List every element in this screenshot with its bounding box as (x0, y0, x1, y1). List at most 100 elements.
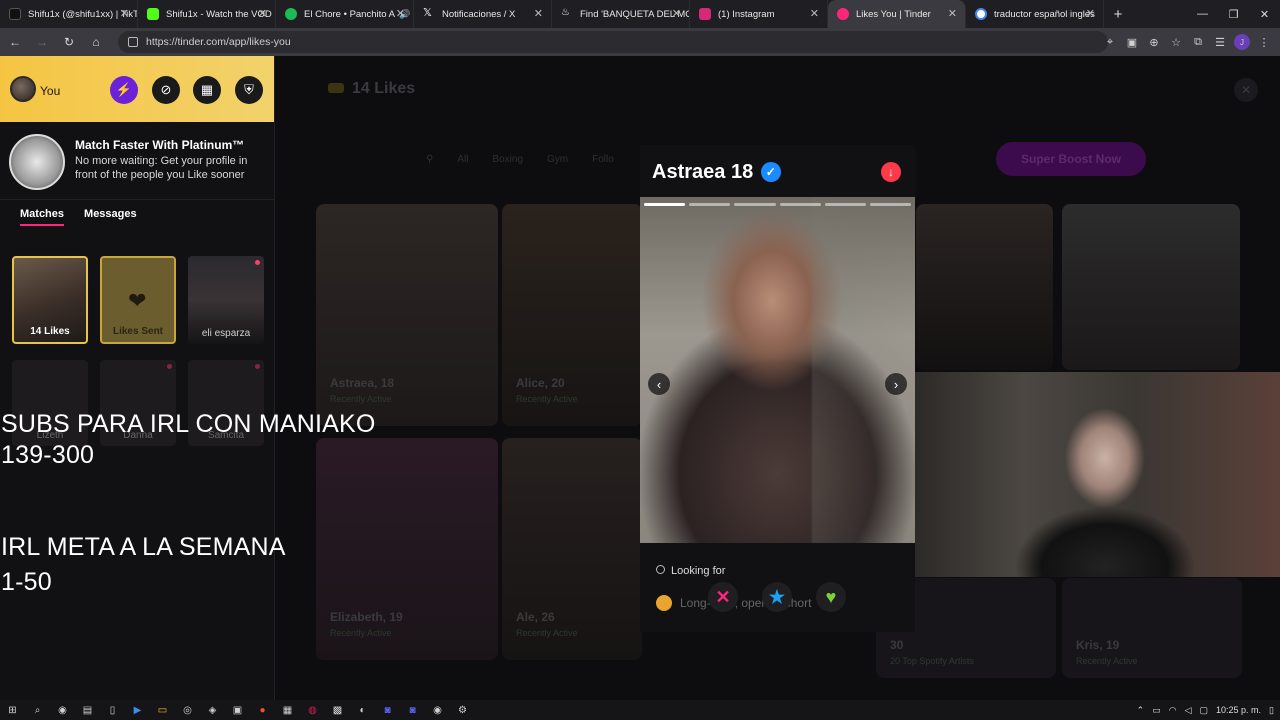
likes-card[interactable]: 14 Likes (12, 256, 88, 344)
like-card[interactable]: Kris, 19 Recently Active (1062, 578, 1242, 678)
card-status: Recently Active (516, 628, 578, 638)
tab-messages[interactable]: Messages (84, 208, 137, 226)
wifi-icon[interactable]: ◠ (1169, 705, 1177, 716)
collapse-down-icon[interactable]: ↓ (881, 162, 901, 182)
app-icon[interactable]: ▦ (275, 700, 300, 720)
close-icon[interactable]: ✕ (1234, 78, 1258, 102)
avatar[interactable] (10, 76, 36, 102)
like-card[interactable]: Ale, 26 Recently Active (502, 438, 642, 660)
url-field[interactable]: https://tinder.com/app/likes-you (118, 31, 1108, 53)
steam-icon[interactable]: ◉ (425, 700, 450, 720)
tab-tinder-find[interactable]: ♨ Find 'BANQUETA DEL MO ✕ (552, 0, 690, 28)
explore-icon[interactable]: ⊘ (152, 76, 180, 104)
display-icon[interactable]: ▢ (1200, 705, 1209, 716)
file-explorer-icon[interactable]: ▭ (150, 700, 175, 720)
forward-icon[interactable]: → (30, 30, 54, 54)
site-info-icon[interactable] (128, 37, 138, 47)
windows-start-icon[interactable]: ⊞ (0, 700, 25, 720)
briefcase-icon[interactable]: ▦ (193, 76, 221, 104)
home-icon[interactable]: ⌂ (84, 30, 108, 54)
close-tab-icon[interactable]: ✕ (948, 7, 957, 20)
browser-icon[interactable]: ● (250, 700, 275, 720)
close-tab-icon[interactable]: ✕ (396, 7, 405, 20)
close-tab-icon[interactable]: ✕ (258, 7, 267, 20)
close-tab-icon[interactable]: ✕ (120, 7, 129, 20)
search-icon[interactable]: ⌕ (25, 700, 50, 720)
like-card[interactable]: Alice, 20 Recently Active (502, 204, 642, 426)
app-icon[interactable]: ▩ (325, 700, 350, 720)
close-tab-icon[interactable]: ✕ (1086, 7, 1095, 20)
tab-kick[interactable]: Shifu1x - Watch the VOD ✕ (138, 0, 276, 28)
tab-search-icon[interactable]: ☰ (1212, 30, 1228, 54)
tab-google-translate[interactable]: traductor español ingles ✕ (966, 0, 1104, 28)
discord-icon[interactable]: ◙ (375, 700, 400, 720)
close-window-icon[interactable]: ✕ (1249, 0, 1280, 28)
like-heart-button[interactable]: ♥ (816, 582, 846, 612)
volume-icon[interactable]: ◁ (1185, 705, 1192, 716)
app-icon[interactable]: ◍ (300, 700, 325, 720)
likes-sent-card[interactable]: ❤ Likes Sent (100, 256, 176, 344)
filter-chip[interactable]: Gym (547, 154, 568, 165)
new-tab-button[interactable]: + (1104, 0, 1132, 28)
nope-button[interactable]: ✕ (708, 582, 738, 612)
boost-icon[interactable]: ⚡ (110, 76, 138, 104)
discord-icon[interactable]: ◙ (400, 700, 425, 720)
google-icon (975, 8, 987, 20)
extensions-icon[interactable]: ⧉ (1190, 30, 1206, 54)
filter-chip[interactable]: Follo (592, 154, 614, 165)
close-tab-icon[interactable]: ✕ (810, 7, 819, 20)
tab-matches[interactable]: Matches (20, 208, 65, 226)
media-player-icon[interactable]: ▶ (125, 700, 150, 720)
reload-icon[interactable]: ↻ (57, 30, 81, 54)
filter-icon[interactable]: ⚲ (426, 154, 433, 165)
tab-tinder-likes[interactable]: Likes You | Tinder ✕ (828, 0, 966, 28)
like-card[interactable]: Astraea, 18 Recently Active (316, 204, 498, 426)
tinder-flame-icon: ♨ (561, 7, 570, 18)
match-card[interactable]: eli esparza (188, 256, 264, 344)
minimize-icon[interactable]: — (1187, 0, 1218, 28)
steam-icon[interactable]: ◉ (50, 700, 75, 720)
profile-avatar-icon[interactable]: J (1234, 34, 1250, 50)
filter-chip[interactable]: Boxing (492, 154, 523, 165)
super-like-button[interactable]: ★ (762, 582, 792, 612)
bookmark-star-icon[interactable]: ☆ (1168, 30, 1184, 54)
clock[interactable]: 10:25 p. m. (1216, 705, 1261, 715)
tab-instagram[interactable]: (1) Instagram ✕ (690, 0, 828, 28)
like-card[interactable]: Elizabeth, 19 Recently Active (316, 438, 498, 660)
super-boost-button[interactable]: Super Boost Now (996, 142, 1146, 176)
restore-icon[interactable]: ❐ (1218, 0, 1249, 28)
file-icon[interactable]: ▯ (100, 700, 125, 720)
chevron-left-icon[interactable]: ‹ (648, 373, 670, 395)
chevron-up-icon[interactable]: ⌃ (1137, 705, 1145, 716)
tab-x[interactable]: 𝕏 Notificaciones / X ✕ (414, 0, 552, 28)
safety-shield-icon[interactable]: ⛨ (235, 76, 263, 104)
app-icon[interactable]: ◈ (200, 700, 225, 720)
card-status: Recently Active (1076, 656, 1138, 666)
like-card[interactable] (1062, 204, 1240, 370)
close-tab-icon[interactable]: ✕ (672, 7, 681, 20)
app-icon[interactable]: ▤ (75, 700, 100, 720)
platinum-promo[interactable]: Match Faster With Platinum™ No more wait… (0, 122, 275, 200)
app-icon[interactable]: ◐ (350, 700, 375, 720)
like-card[interactable] (916, 204, 1053, 370)
profile-label[interactable]: You (40, 84, 60, 98)
zoom-icon[interactable]: ⊕ (1146, 30, 1162, 54)
profile-photo[interactable]: ‹ › (640, 197, 915, 543)
url-text: https://tinder.com/app/likes-you (146, 36, 291, 48)
close-tab-icon[interactable]: ✕ (534, 7, 543, 20)
settings-icon[interactable]: ⚙ (450, 700, 475, 720)
install-app-icon[interactable]: ▣ (1124, 30, 1140, 54)
back-icon[interactable]: ← (3, 30, 27, 54)
menu-icon[interactable]: ⋮ (1256, 30, 1272, 54)
filter-chip[interactable]: All (457, 154, 468, 165)
card-name: Ale, 26 (516, 610, 555, 624)
app-icon[interactable]: ▣ (225, 700, 250, 720)
chrome-icon[interactable]: ◎ (175, 700, 200, 720)
location-icon[interactable]: ⌖ (1102, 30, 1118, 54)
tab-tiktok[interactable]: Shifu1x (@shifu1xx) | TikT ✕ (0, 0, 138, 28)
folder-icon[interactable]: ▭ (1152, 705, 1161, 716)
chevron-right-icon[interactable]: › (885, 373, 907, 395)
notification-icon[interactable]: ▯ (1269, 705, 1274, 716)
verified-check-icon: ✓ (760, 162, 781, 182)
tab-spotify[interactable]: El Chore • Panchito A 🔊 ✕ (276, 0, 414, 28)
